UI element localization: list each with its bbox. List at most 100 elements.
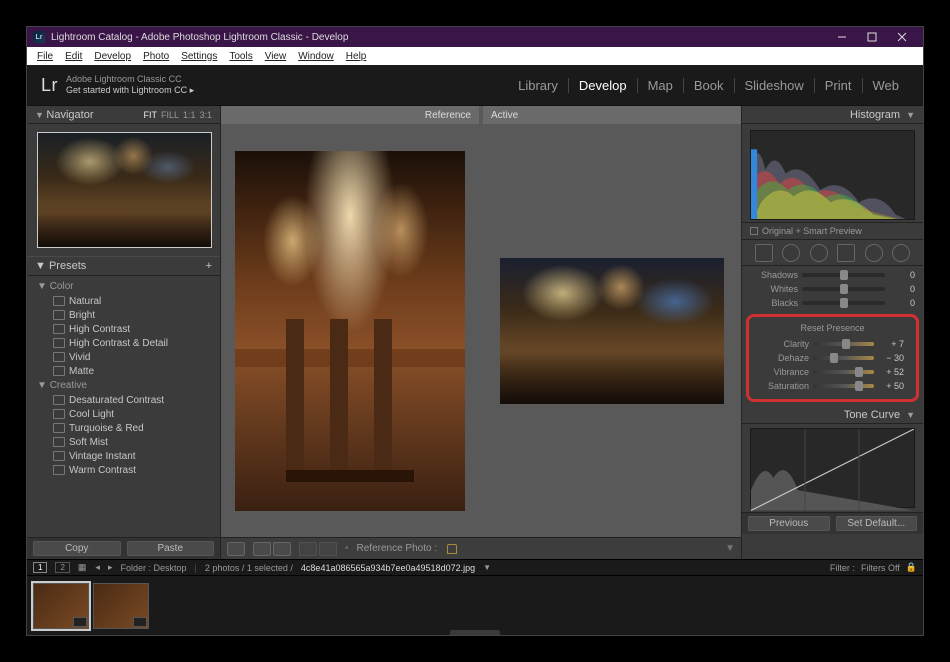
preset-item[interactable]: High Contrast & Detail bbox=[27, 336, 220, 350]
active-tab[interactable]: Active bbox=[483, 106, 741, 124]
module-print[interactable]: Print bbox=[815, 78, 863, 93]
back-icon[interactable]: ◂ bbox=[95, 562, 100, 573]
monitor-1[interactable]: 1 bbox=[33, 562, 47, 573]
redeye-tool-icon[interactable] bbox=[810, 244, 828, 262]
presence-sliders: Clarity+ 7 Dehaze− 30 Vibrance+ 52 Satur… bbox=[753, 335, 912, 395]
tone-curve[interactable] bbox=[750, 428, 915, 508]
zoom-fit[interactable]: FIT bbox=[143, 110, 157, 120]
before-after2-icon[interactable] bbox=[319, 542, 337, 556]
reference-image[interactable] bbox=[235, 151, 465, 511]
left-panel: ▼ Navigator FIT FILL 1:1 3:1 ▼ Presets +… bbox=[27, 106, 221, 559]
preset-item[interactable]: High Contrast bbox=[27, 322, 220, 336]
reference-tab[interactable]: Reference bbox=[221, 106, 479, 124]
preset-item[interactable]: Matte bbox=[27, 364, 220, 378]
identity-line1: Adobe Lightroom Classic CC bbox=[66, 74, 194, 85]
filmstrip: 1 2 ▦ ◂ ▸ Folder : Desktop | 2 photos / … bbox=[27, 559, 923, 635]
menu-tools[interactable]: Tools bbox=[223, 51, 258, 62]
filter-value[interactable]: Filters Off bbox=[861, 563, 900, 573]
preset-group[interactable]: ▼ Creative bbox=[27, 378, 220, 393]
zoom-fill[interactable]: FILL bbox=[161, 110, 179, 120]
slider-blacks[interactable]: Blacks0 bbox=[750, 296, 915, 310]
slider-dehaze[interactable]: Dehaze− 30 bbox=[761, 351, 904, 365]
minimize-button[interactable] bbox=[827, 27, 857, 47]
center-toolbar: • Reference Photo : ▼ bbox=[221, 537, 741, 559]
preset-item[interactable]: Warm Contrast bbox=[27, 463, 220, 477]
lr-logo: Lr bbox=[41, 75, 58, 96]
module-develop[interactable]: Develop bbox=[569, 78, 638, 93]
preset-item[interactable]: Natural bbox=[27, 294, 220, 308]
filmstrip-thumb[interactable] bbox=[33, 583, 89, 629]
add-preset-icon[interactable]: + bbox=[206, 260, 212, 272]
menu-edit[interactable]: Edit bbox=[59, 51, 88, 62]
preset-group[interactable]: ▼ Color bbox=[27, 279, 220, 294]
toolbar-dropdown-icon[interactable]: ▼ bbox=[725, 543, 735, 554]
zoom-3-1[interactable]: 3:1 bbox=[199, 110, 212, 120]
reset-presence[interactable]: Reset Presence bbox=[753, 323, 912, 333]
histogram[interactable] bbox=[750, 130, 915, 220]
navigator-header[interactable]: ▼ Navigator FIT FILL 1:1 3:1 bbox=[27, 106, 220, 124]
preset-item[interactable]: Cool Light bbox=[27, 407, 220, 421]
presets-header[interactable]: ▼ Presets + bbox=[27, 256, 220, 276]
forward-icon[interactable]: ▸ bbox=[108, 562, 113, 573]
tonecurve-header[interactable]: Tone Curve▼ bbox=[742, 406, 923, 424]
filmstrip-handle[interactable] bbox=[450, 630, 500, 635]
ref-view-ra-icon[interactable] bbox=[253, 542, 271, 556]
lock-icon[interactable] bbox=[447, 544, 457, 554]
zoom-1-1[interactable]: 1:1 bbox=[183, 110, 196, 120]
tone-sliders: Shadows0 Whites0 Blacks0 bbox=[742, 266, 923, 312]
tool-strip bbox=[742, 240, 923, 266]
histogram-header[interactable]: Histogram▼ bbox=[742, 106, 923, 124]
slider-vibrance[interactable]: Vibrance+ 52 bbox=[761, 365, 904, 379]
navigator-zoom: FIT FILL 1:1 3:1 bbox=[143, 110, 212, 120]
ref-view-ra2-icon[interactable] bbox=[273, 542, 291, 556]
active-image[interactable] bbox=[500, 258, 724, 404]
preset-item[interactable]: Desaturated Contrast bbox=[27, 393, 220, 407]
spot-tool-icon[interactable] bbox=[782, 244, 800, 262]
filmstrip-thumb[interactable] bbox=[93, 583, 149, 629]
slider-saturation[interactable]: Saturation+ 50 bbox=[761, 379, 904, 393]
radial-tool-icon[interactable] bbox=[865, 244, 883, 262]
module-book[interactable]: Book bbox=[684, 78, 735, 93]
preset-item[interactable]: Vintage Instant bbox=[27, 449, 220, 463]
gradient-tool-icon[interactable] bbox=[837, 244, 855, 262]
module-slideshow[interactable]: Slideshow bbox=[735, 78, 815, 93]
menu-file[interactable]: File bbox=[31, 51, 59, 62]
filter-lock-icon[interactable]: 🔒 bbox=[906, 562, 917, 573]
slider-whites[interactable]: Whites0 bbox=[750, 282, 915, 296]
previous-button[interactable]: Previous bbox=[748, 516, 830, 531]
set-default-button[interactable]: Set Default... bbox=[836, 516, 918, 531]
preset-item[interactable]: Turquoise & Red bbox=[27, 421, 220, 435]
copy-button[interactable]: Copy bbox=[33, 541, 121, 556]
monitor-2[interactable]: 2 bbox=[55, 562, 69, 573]
brush-tool-icon[interactable] bbox=[892, 244, 910, 262]
module-web[interactable]: Web bbox=[863, 78, 910, 93]
menu-develop[interactable]: Develop bbox=[88, 51, 137, 62]
module-picker: Library Develop Map Book Slideshow Print… bbox=[508, 78, 909, 93]
app-window: Lr Lightroom Catalog - Adobe Photoshop L… bbox=[26, 26, 924, 636]
preset-item[interactable]: Soft Mist bbox=[27, 435, 220, 449]
slider-clarity[interactable]: Clarity+ 7 bbox=[761, 337, 904, 351]
menu-window[interactable]: Window bbox=[292, 51, 340, 62]
paste-button[interactable]: Paste bbox=[127, 541, 215, 556]
menu-help[interactable]: Help bbox=[340, 51, 373, 62]
close-button[interactable] bbox=[887, 27, 917, 47]
crop-tool-icon[interactable] bbox=[755, 244, 773, 262]
before-after-icon[interactable] bbox=[299, 542, 317, 556]
module-library[interactable]: Library bbox=[508, 78, 569, 93]
preset-item[interactable]: Vivid bbox=[27, 350, 220, 364]
grid-view-icon[interactable]: ▦ bbox=[78, 562, 88, 573]
loupe-view-icon[interactable] bbox=[227, 542, 245, 556]
titlebar: Lr Lightroom Catalog - Adobe Photoshop L… bbox=[27, 27, 923, 47]
current-filename: 4c8e41a086565a934b7ee0a49518d072.jpg bbox=[301, 563, 475, 573]
maximize-button[interactable] bbox=[857, 27, 887, 47]
slider-shadows[interactable]: Shadows0 bbox=[750, 268, 915, 282]
identity-line2[interactable]: Get started with Lightroom CC ▸ bbox=[66, 85, 194, 96]
menu-view[interactable]: View bbox=[259, 51, 293, 62]
window-title: Lightroom Catalog - Adobe Photoshop Ligh… bbox=[51, 32, 348, 43]
module-map[interactable]: Map bbox=[638, 78, 684, 93]
menu-settings[interactable]: Settings bbox=[175, 51, 223, 62]
navigator-thumbnail[interactable] bbox=[37, 132, 212, 248]
folder-label[interactable]: Folder : Desktop bbox=[120, 563, 186, 573]
menu-photo[interactable]: Photo bbox=[137, 51, 175, 62]
preset-item[interactable]: Bright bbox=[27, 308, 220, 322]
